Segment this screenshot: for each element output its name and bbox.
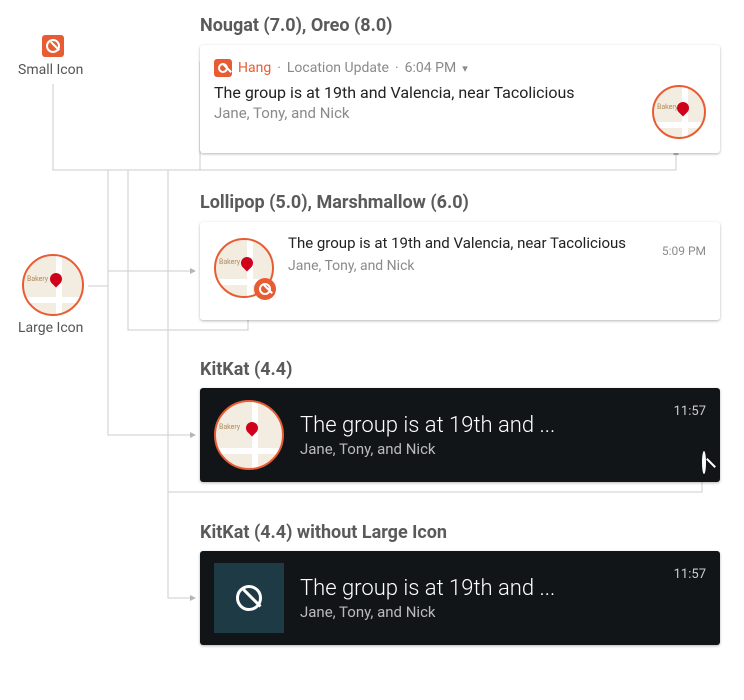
notification-subtitle: Jane, Tony, and Nick xyxy=(214,104,706,122)
notification-subtitle: Jane, Tony, and Nick xyxy=(300,440,706,458)
chevron-down-icon[interactable]: ▾ xyxy=(462,62,468,75)
notification-large-icon: Bakery xyxy=(652,85,706,139)
heading-kitkat-no-large: KitKat (4.4) without Large Icon xyxy=(200,522,447,543)
map-label: Bakery xyxy=(219,423,240,431)
notification-card-lollipop[interactable]: Bakery The group is at 19th and Valencia… xyxy=(200,222,720,320)
notification-time: 11:57 xyxy=(674,567,706,582)
small-icon-sample xyxy=(42,35,64,57)
notification-large-icon: Bakery xyxy=(214,400,284,470)
large-icon-label: Large Icon xyxy=(18,320,83,336)
slash-icon xyxy=(236,585,262,611)
slash-icon xyxy=(46,39,60,53)
notification-time: 6:04 PM xyxy=(405,60,457,76)
separator: · xyxy=(277,60,281,76)
heading-kitkat: KitKat (4.4) xyxy=(200,359,292,380)
app-name: Hang xyxy=(238,60,271,76)
notification-time: 5:09 PM xyxy=(662,244,706,258)
notification-title: The group is at 19th and ... xyxy=(300,413,706,438)
notification-subtitle: Jane, Tony, and Nick xyxy=(300,603,706,621)
map-label: Bakery xyxy=(219,258,240,266)
notification-card-nougat[interactable]: Hang · Location Update · 6:04 PM ▾ The g… xyxy=(200,45,720,153)
small-icon-badge xyxy=(254,278,276,300)
notification-title: The group is at 19th and ... xyxy=(300,576,706,601)
map-icon: Bakery xyxy=(22,254,84,316)
small-icon-tile xyxy=(214,563,284,633)
map-label: Bakery xyxy=(27,275,48,283)
notification-card-kitkat-no-large[interactable]: The group is at 19th and ... Jane, Tony,… xyxy=(200,551,720,645)
heading-nougat: Nougat (7.0), Oreo (8.0) xyxy=(200,15,393,36)
separator: · xyxy=(395,60,399,76)
app-small-icon xyxy=(214,59,232,77)
notification-subtitle: Jane, Tony, and Nick xyxy=(288,258,706,274)
notification-title: The group is at 19th and Valencia, near … xyxy=(288,234,628,254)
large-icon-sample: Bakery xyxy=(22,254,84,316)
notification-time: 11:57 xyxy=(674,404,706,419)
notification-category: Location Update xyxy=(287,60,389,76)
notification-card-kitkat[interactable]: Bakery The group is at 19th and ... Jane… xyxy=(200,388,720,482)
heading-lollipop: Lollipop (5.0), Marshmallow (6.0) xyxy=(200,192,469,213)
small-icon-label: Small Icon xyxy=(18,62,83,78)
small-icon-badge xyxy=(702,453,706,472)
notification-title: The group is at 19th and Valencia, near … xyxy=(214,83,706,102)
notification-large-icon: Bakery xyxy=(214,238,274,298)
map-label: Bakery xyxy=(657,103,678,111)
